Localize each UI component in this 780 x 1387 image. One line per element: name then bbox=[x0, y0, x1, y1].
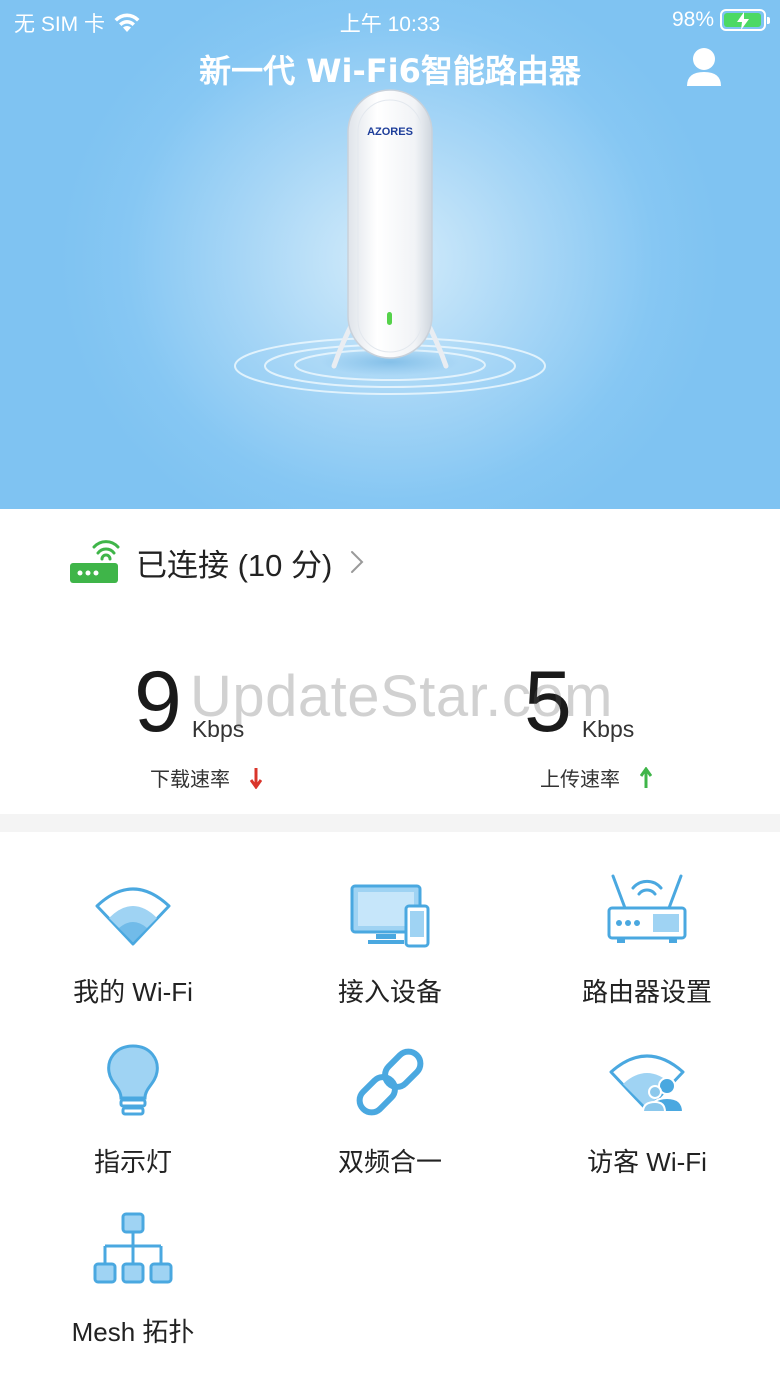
connection-status-panel: 已连接 (10 分) 9 Kbps 5 Kbps UpdateStar.com 下载… bbox=[0, 509, 780, 814]
wifi-icon bbox=[95, 887, 171, 946]
devices-icon bbox=[350, 884, 430, 948]
router-connected-icon bbox=[70, 540, 120, 583]
guest-wifi-icon bbox=[609, 1054, 685, 1113]
battery-percent: 98% bbox=[671, 8, 714, 31]
dual-band-button[interactable]: 双频合一 bbox=[290, 1002, 490, 1177]
upload-speed-unit: Kbps bbox=[581, 716, 635, 742]
link-icon bbox=[356, 1048, 424, 1116]
feature-grid: 我的 Wi-Fi 接入设备 路由器设置 指示灯 双频合一 访客 Wi-Fi Me… bbox=[0, 832, 780, 1387]
guest-wifi-label: 访客 Wi-Fi bbox=[587, 1147, 707, 1177]
arrow-up-icon bbox=[640, 766, 652, 788]
indicator-light-button[interactable]: 指示灯 bbox=[33, 1002, 233, 1177]
user-icon bbox=[687, 48, 721, 86]
lightbulb-icon bbox=[107, 1044, 159, 1116]
user-profile-button[interactable] bbox=[684, 46, 724, 90]
connection-status-text: 已连接 (10 分) bbox=[136, 547, 333, 583]
upload-label-text: 上传速率 bbox=[540, 767, 620, 791]
guest-wifi-button[interactable]: 访客 Wi-Fi bbox=[547, 1002, 747, 1177]
upload-speed-label: 上传速率 bbox=[540, 763, 652, 792]
chevron-right-icon bbox=[351, 551, 364, 573]
connected-devices-button[interactable]: 接入设备 bbox=[290, 832, 490, 1007]
download-speed-value: 9 bbox=[134, 654, 182, 750]
status-bar: 无 SIM 卡 上午 10:33 98% bbox=[0, 0, 780, 40]
router-illustration: AZORES bbox=[230, 88, 550, 398]
download-speed-label: 下载速率 bbox=[150, 763, 262, 792]
download-speed-unit: Kbps bbox=[191, 716, 245, 742]
clock: 上午 10:33 bbox=[339, 13, 441, 36]
upload-speed: 5 Kbps bbox=[524, 659, 634, 745]
upload-speed-value: 5 bbox=[524, 654, 572, 750]
mesh-topology-button[interactable]: Mesh 拓扑 bbox=[33, 1172, 233, 1347]
page-title: 新一代 Wi-Fi6智能路由器 bbox=[199, 52, 581, 90]
section-divider bbox=[0, 814, 780, 832]
download-speed: 9 Kbps bbox=[134, 659, 244, 745]
download-label-text: 下载速率 bbox=[150, 767, 230, 791]
battery-icon bbox=[720, 9, 770, 31]
connection-status-button[interactable]: 已连接 (10 分) bbox=[68, 539, 364, 585]
arrow-down-icon bbox=[250, 767, 262, 789]
router-settings-icon bbox=[607, 874, 687, 943]
router-settings-button[interactable]: 路由器设置 bbox=[547, 832, 747, 1007]
my-wifi-button[interactable]: 我的 Wi-Fi bbox=[33, 832, 233, 1007]
mesh-topology-label: Mesh 拓扑 bbox=[71, 1317, 195, 1347]
network-topology-icon bbox=[93, 1212, 173, 1284]
header-hero: 无 SIM 卡 上午 10:33 98% 新一代 Wi-Fi6智能路由器 AZO… bbox=[0, 0, 780, 509]
dual-band-label: 双频合一 bbox=[337, 1147, 442, 1177]
router-brand-logo: AZORES bbox=[367, 126, 413, 138]
